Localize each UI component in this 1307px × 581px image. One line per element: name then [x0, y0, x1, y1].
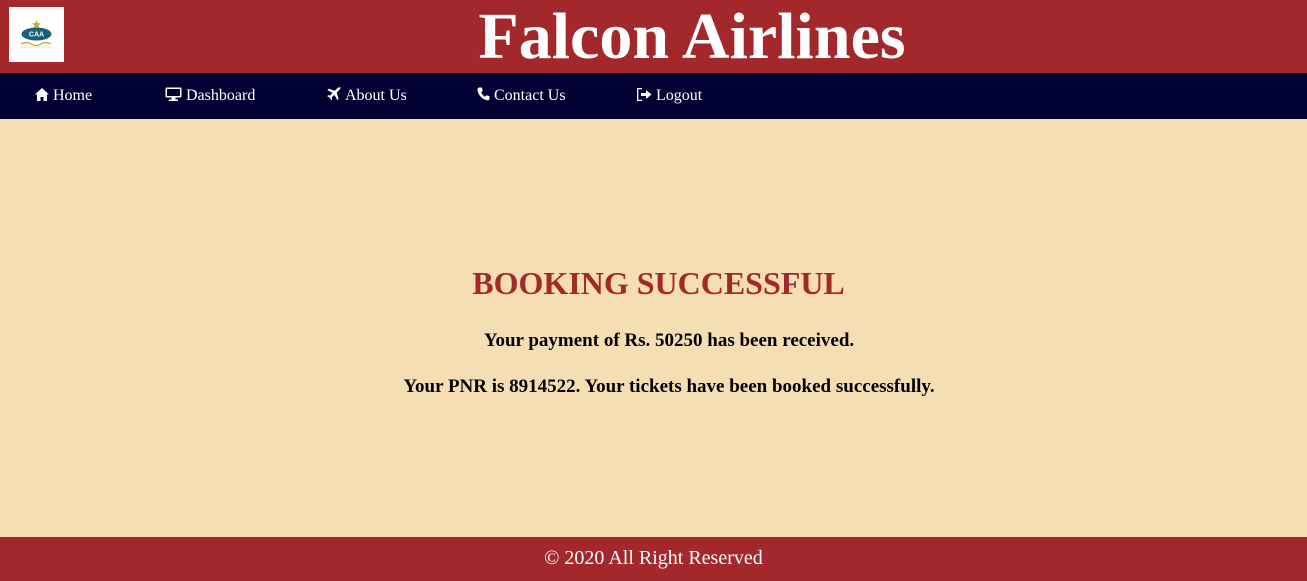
home-icon: [35, 87, 49, 101]
site-footer: © 2020 All Right Reserved: [0, 537, 1307, 581]
phone-icon: [477, 87, 490, 101]
nav-label-home: Home: [53, 87, 93, 104]
nav-item-dashboard[interactable]: Dashboard: [165, 73, 255, 119]
payment-message: Your payment of Rs. 50250 has been recei…: [483, 330, 855, 351]
nav-item-contact-us[interactable]: Contact Us: [477, 73, 566, 119]
nav-label-dashboard: Dashboard: [186, 87, 256, 104]
booking-status-heading: BOOKING SUCCESSFUL: [472, 265, 845, 301]
plane-icon: [327, 87, 341, 101]
pnr-message: Your PNR is 8914522. Your tickets have b…: [403, 376, 935, 397]
site-header: CAA Falcon Airlines: [0, 0, 1307, 73]
nav-label-about-us: About Us: [345, 87, 407, 104]
nav-item-about-us[interactable]: About Us: [327, 73, 407, 119]
copyright-text: © 2020 All Right Reserved: [544, 547, 763, 569]
nav-item-logout[interactable]: Logout: [637, 73, 702, 119]
nav-label-contact-us: Contact Us: [494, 87, 566, 104]
main-nav: Home Dashboard About Us Contact Us Logou…: [0, 73, 1307, 119]
nav-item-home[interactable]: Home: [35, 73, 92, 119]
monitor-icon: [165, 87, 182, 102]
logout-icon: [637, 87, 652, 101]
site-title: Falcon Airlines: [478, 0, 906, 73]
main-content: BOOKING SUCCESSFUL Your payment of Rs. 5…: [0, 119, 1307, 537]
nav-label-logout: Logout: [656, 87, 703, 104]
